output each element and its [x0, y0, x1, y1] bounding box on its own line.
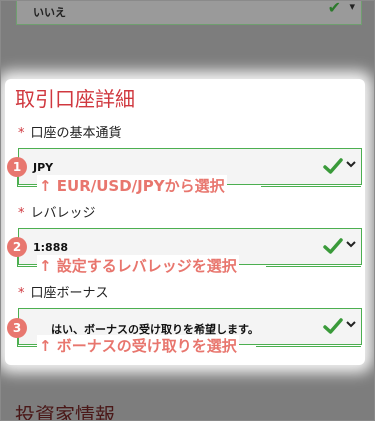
- chevron-down-icon: [346, 321, 356, 328]
- currency-hint: ↑ EUR/USD/JPYから選択: [37, 175, 227, 196]
- hint-connector: [266, 266, 361, 267]
- leverage-label: * レバレッジ: [18, 202, 96, 221]
- previous-select[interactable]: いいえ ✔ ▾: [16, 0, 362, 25]
- check-icon: [323, 318, 343, 334]
- currency-label-text: 口座の基本通貨: [30, 126, 122, 141]
- currency-label: * 口座の基本通貨: [18, 122, 122, 141]
- hint-connector: [256, 346, 361, 347]
- required-mark: *: [18, 286, 25, 301]
- section-title-investor-info: 投資家情報: [15, 403, 115, 421]
- check-icon: [323, 238, 343, 254]
- chevron-down-icon: [346, 241, 356, 248]
- bonus-label: * 口座ボーナス: [18, 282, 109, 301]
- leverage-hint: ↑ 設定するレバレッジを選択: [37, 255, 239, 276]
- step-badge-1: 1: [7, 157, 27, 177]
- previous-select-value: いいえ: [33, 6, 66, 19]
- required-mark: *: [18, 206, 25, 221]
- step-badge-3: 3: [7, 318, 27, 338]
- leverage-label-text: レバレッジ: [30, 206, 96, 221]
- screenshot-frame: いいえ ✔ ▾ 取引口座詳細 * 口座の基本通貨 JPY 1 ↑ EUR/USD/…: [0, 0, 375, 421]
- section-title-account-details: 取引口座詳細: [15, 87, 135, 111]
- chevron-down-icon: [346, 161, 356, 168]
- check-icon: [323, 158, 343, 174]
- hint-connector: [261, 186, 361, 187]
- bonus-hint: ↑ ボーナスの受け取りを選択: [37, 335, 239, 356]
- check-icon: ✔: [327, 0, 341, 17]
- chevron-down-icon: ▾: [349, 0, 355, 13]
- required-mark: *: [18, 126, 25, 141]
- step-badge-2: 2: [7, 237, 27, 257]
- bonus-label-text: 口座ボーナス: [30, 286, 109, 301]
